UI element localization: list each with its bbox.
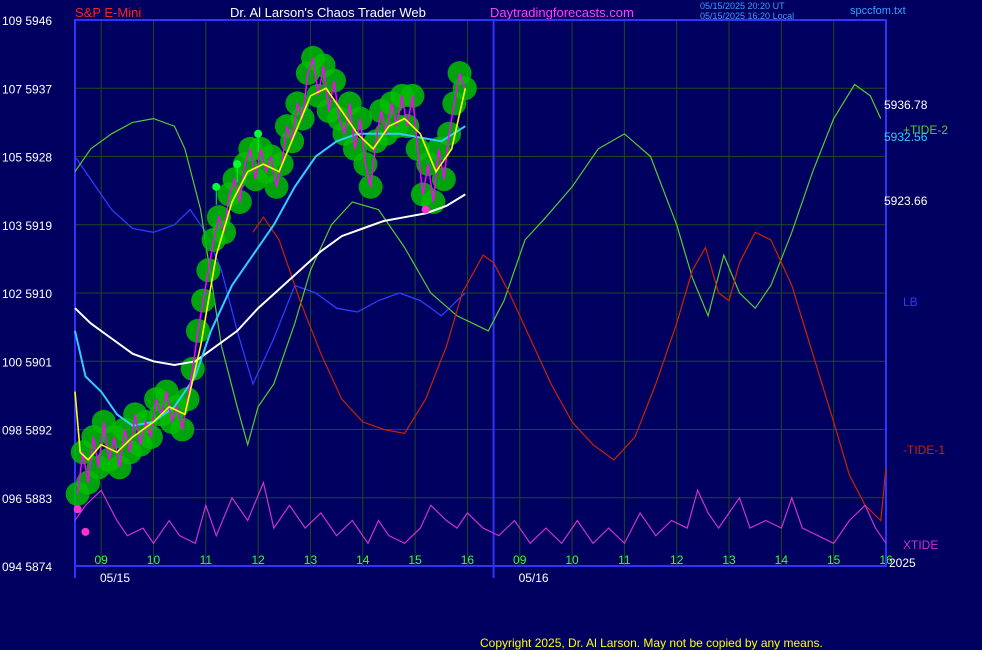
x-tick-label: 12 [251,553,265,567]
slow-ma-line [74,193,466,367]
y-tick-label: 096 5883 [2,492,52,506]
y-tick-label: 109 5946 [2,14,52,28]
price-chart: 109 5946 107 5937 105 5928 103 5919 102 5910… [2,14,893,585]
x-tick-label: 14 [775,553,789,567]
y-tick-label: 098 5892 [2,424,52,438]
y-tick-label: 094 5874 [2,560,52,574]
y-tick-label: 100 5901 [2,355,52,369]
y-tick-label: 107 5937 [2,82,52,96]
x-tick-label: 09 [513,553,527,567]
x-tick-label: 10 [147,553,161,567]
x-tick-label: 10 [565,553,579,567]
x-tick-label: 13 [304,553,318,567]
tide1-label: -TIDE-1 [903,443,945,457]
magenta-marker-dot [421,205,430,214]
x-tick-label: 13 [722,553,736,567]
green-marker-dot [233,160,242,169]
date-label: 05/15 [100,571,130,585]
date-label: 05/16 [519,571,549,585]
magenta-marker-dot [73,505,82,514]
xtide-series-line [74,480,887,545]
x-tick-label: 11 [618,553,631,567]
y-tick-label: 105 5928 [2,151,52,165]
tide1-series-line [252,216,887,522]
y-tick-label: 103 5919 [2,219,52,233]
x-tick-label: 09 [94,553,108,567]
x-tick-label: 15 [408,553,422,567]
x-tick-label: 14 [356,553,370,567]
price-label-high: 5936.78 [884,98,928,112]
green-marker-dot [212,182,221,191]
x-tick-label: 15 [827,553,841,567]
magenta-marker-dot [81,527,90,536]
green-marker-dot [254,129,263,138]
xtide-label: XTIDE [903,538,939,552]
lb-label: LB [903,295,918,309]
x-tick-label: 11 [200,553,213,567]
year-label: 2025 [889,556,916,570]
x-tick-label: 12 [670,553,684,567]
y-tick-label: 102 5910 [2,287,52,301]
x-tick-label: 16 [461,553,475,567]
price-label-mid: 5923.66 [884,194,928,208]
copyright-notice: Copyright 2025, Dr. Al Larson. May not b… [480,636,823,650]
tide2-price-label: 5932.56 [884,130,928,144]
